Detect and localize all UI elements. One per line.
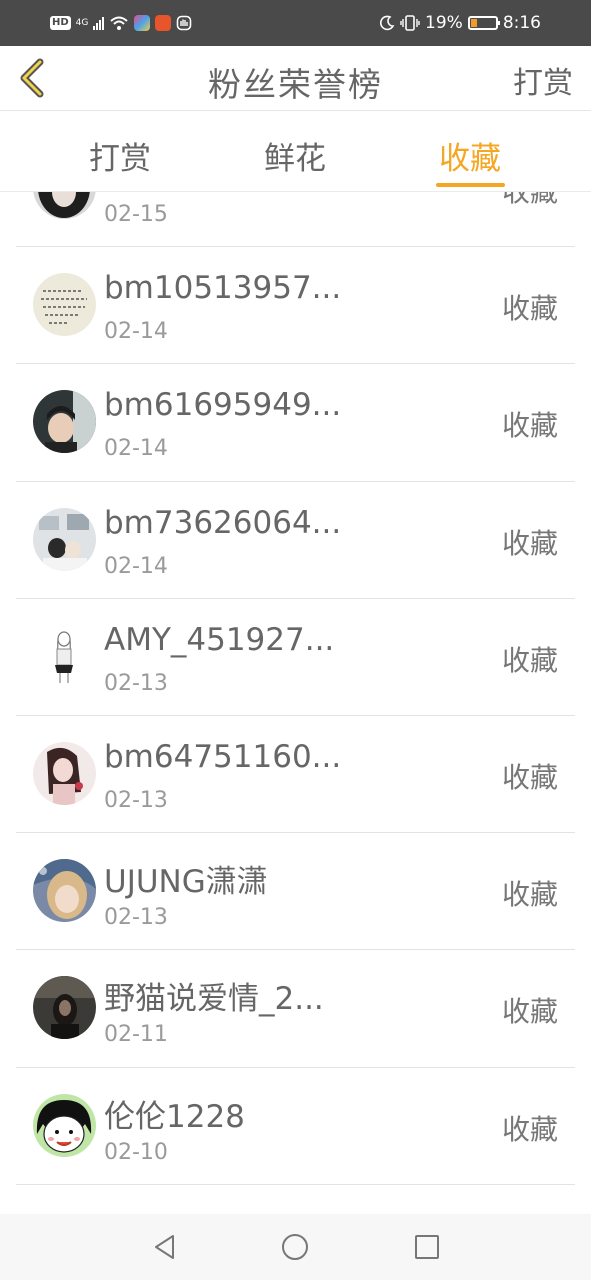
fan-date: 02-15	[104, 202, 168, 227]
fan-name: 伦伦1228	[104, 1098, 245, 1135]
avatar-cartoon-girl	[33, 1093, 96, 1157]
fan-action: 收藏	[501, 995, 558, 1029]
list-item[interactable]: bm10513957... 02-14 收藏	[0, 247, 591, 365]
avatar[interactable]	[33, 624, 96, 688]
avatar[interactable]	[33, 507, 96, 571]
battery-icon	[467, 16, 500, 30]
hand-icon	[177, 15, 192, 31]
hd-badge: HD	[50, 16, 71, 30]
vibrate-icon	[400, 15, 420, 31]
circle-home-icon[interactable]	[280, 1232, 310, 1262]
list-item[interactable]: bm64751160... 02-13 收藏	[0, 716, 591, 834]
fan-name: bm73626064...	[104, 504, 342, 541]
fan-date: 02-13	[104, 670, 168, 696]
list-item[interactable]: cxsoyoung 02-15 收藏	[0, 192, 591, 248]
avatar-girl-blonde	[33, 859, 96, 923]
status-left: HD 4G	[50, 12, 192, 34]
clock: 8:16	[502, 13, 541, 33]
fan-name: UJUNG潇潇	[104, 864, 268, 901]
fan-date: 02-14	[104, 436, 168, 462]
avatar[interactable]	[33, 741, 96, 805]
list-item[interactable]: AMY_451927... 02-13 收藏	[0, 599, 591, 716]
fan-name: AMY_451927...	[104, 621, 335, 658]
list-item[interactable]: bm73626064... 02-14 收藏	[0, 482, 591, 599]
active-tab-indicator	[436, 183, 505, 187]
avatar-dark-hair	[33, 192, 96, 219]
fan-date: 02-10	[104, 1139, 168, 1165]
battery-percent: 19%	[425, 13, 463, 33]
fan-action: 收藏	[502, 192, 558, 210]
tab-flowers[interactable]: 鲜花	[235, 133, 355, 178]
status-bar: HD 4G 19% 8:16	[0, 0, 591, 46]
avatar-room	[33, 507, 96, 571]
tab-reward[interactable]: 打赏	[60, 133, 180, 178]
header-bar: 粉丝荣誉榜 打赏	[0, 46, 591, 110]
fan-date: 02-11	[104, 1022, 168, 1048]
avatar-girl-pink	[33, 741, 96, 805]
wifi-icon	[110, 16, 129, 30]
list-item[interactable]: UJUNG潇潇 02-13 收藏	[0, 833, 591, 951]
avatar-sketch-girl	[33, 624, 96, 688]
tab-favorites[interactable]: 收藏	[410, 133, 530, 178]
video-app-icon	[155, 15, 172, 31]
fan-name: bm10513957...	[104, 270, 342, 307]
fan-name: bm64751160...	[104, 738, 342, 775]
system-nav-bar	[0, 1214, 591, 1280]
fan-action: 收藏	[501, 760, 558, 794]
avatar[interactable]	[33, 1093, 96, 1157]
fan-date: 02-14	[104, 553, 168, 579]
avatar[interactable]	[33, 273, 96, 337]
avatar[interactable]	[33, 976, 96, 1040]
page-title: 粉丝荣誉榜	[208, 65, 383, 104]
fan-name: bm61695949...	[104, 387, 342, 424]
tab-bar: 打赏 鲜花 收藏	[0, 111, 591, 191]
avatar-boy	[33, 390, 96, 454]
network-label: 4G	[75, 18, 89, 28]
fan-action: 收藏	[501, 1112, 558, 1146]
fan-date: 02-13	[104, 787, 168, 813]
triangle-back-icon[interactable]	[150, 1232, 180, 1262]
fan-action: 收藏	[501, 409, 558, 443]
list-item[interactable]: 野猫说爱情_2... 02-11 收藏	[0, 950, 591, 1068]
fan-action: 收藏	[501, 526, 558, 560]
row-divider	[16, 1183, 575, 1185]
signal-icon	[93, 16, 105, 30]
fans-list: cxsoyoung 02-15 收藏 bm10513957... 02-14 收…	[0, 192, 591, 1185]
avatar[interactable]	[33, 192, 96, 219]
fan-date: 02-13	[104, 905, 168, 931]
app-icon	[134, 15, 151, 31]
avatar[interactable]	[33, 390, 96, 454]
fan-name: 野猫说爱情_2...	[104, 981, 324, 1018]
fan-action: 收藏	[501, 878, 558, 912]
avatar[interactable]	[33, 859, 96, 923]
reward-button[interactable]: 打赏	[513, 58, 573, 102]
fan-action: 收藏	[501, 643, 558, 677]
fans-list-viewport[interactable]: cxsoyoung 02-15 收藏 bm10513957... 02-14 收…	[0, 192, 591, 1214]
fan-action: 收藏	[501, 292, 558, 326]
status-right: 19% 8:16	[379, 10, 541, 36]
fan-date: 02-14	[104, 319, 168, 345]
list-item[interactable]: 伦伦1228 02-10 收藏	[0, 1068, 591, 1185]
square-recent-icon[interactable]	[412, 1232, 442, 1262]
avatar-girl-dark	[33, 976, 96, 1040]
moon-icon	[380, 15, 395, 31]
avatar-handwriting	[33, 273, 96, 337]
list-item[interactable]: bm61695949... 02-14 收藏	[0, 364, 591, 482]
